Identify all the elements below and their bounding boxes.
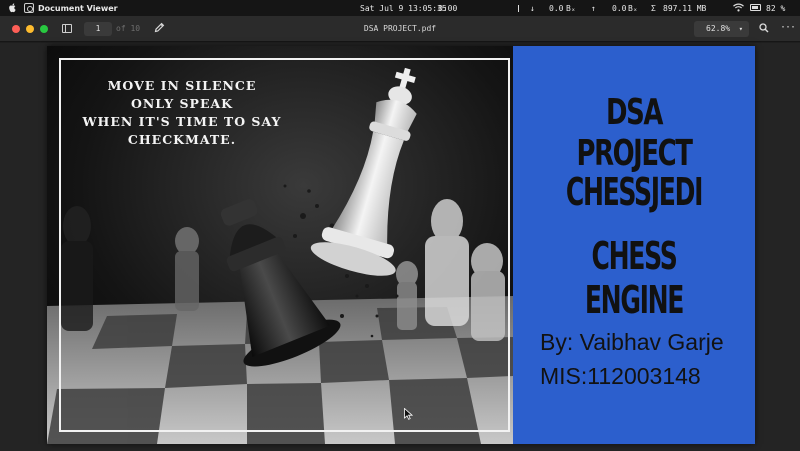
slide-title-line-2: CHESSJEDI: [565, 170, 704, 214]
battery-icon[interactable]: [750, 4, 761, 11]
cpu-meter-icon: [518, 5, 519, 12]
download-arrow-icon: ↓: [530, 3, 535, 13]
viewer-toolbar: 1 of 10 DSA PROJECT.pdf 62.8% ▾ ···: [0, 16, 800, 42]
mouse-pointer-icon: [404, 405, 414, 424]
slide-title-line-3: CHESS ENGINE: [584, 234, 685, 322]
chevron-down-icon: ▾: [738, 25, 743, 33]
memory-usage: 897.11 MB: [663, 3, 707, 13]
document-title: DSA PROJECT.pdf: [363, 24, 437, 33]
quote-text: MOVE IN SILENCE ONLY SPEAK WHEN IT'S TIM…: [82, 78, 282, 147]
net-time: 0:00: [438, 3, 458, 13]
memory-sigma: Σ: [651, 3, 656, 13]
mis-number: MIS:112003148: [540, 363, 701, 389]
title-panel: DSA PROJECT CHESSJEDI CHESS ENGINE By: V…: [513, 46, 755, 444]
download-unit: Bₓ: [566, 3, 576, 13]
slide-title-line-1: DSA PROJECT: [576, 92, 693, 174]
system-menu-bar: Document Viewer Sat Jul 9 13:05:35 0:00 …: [0, 0, 800, 16]
author-name: By: Vaibhav Garje: [540, 329, 724, 355]
more-options-icon[interactable]: ···: [780, 22, 796, 33]
apple-logo-icon[interactable]: [0, 3, 24, 13]
upload-arrow-icon: ↑: [591, 3, 596, 13]
download-rate: 0.0: [549, 3, 564, 13]
search-icon[interactable]: [759, 23, 769, 35]
app-name[interactable]: Document Viewer: [38, 4, 118, 13]
wifi-icon[interactable]: [733, 3, 744, 14]
document-viewer-icon: [24, 3, 34, 13]
zoom-select[interactable]: 62.8% ▾: [694, 21, 749, 37]
clock[interactable]: Sat Jul 9 13:05:35: [360, 4, 447, 13]
upload-rate: 0.0: [612, 3, 627, 13]
upload-unit: Bₓ: [628, 3, 638, 13]
battery-percent: 82 %: [766, 3, 786, 13]
pdf-page: MOVE IN SILENCE ONLY SPEAK WHEN IT'S TIM…: [47, 46, 755, 444]
zoom-value: 62.8%: [706, 24, 731, 33]
chess-photo: MOVE IN SILENCE ONLY SPEAK WHEN IT'S TIM…: [47, 46, 513, 444]
